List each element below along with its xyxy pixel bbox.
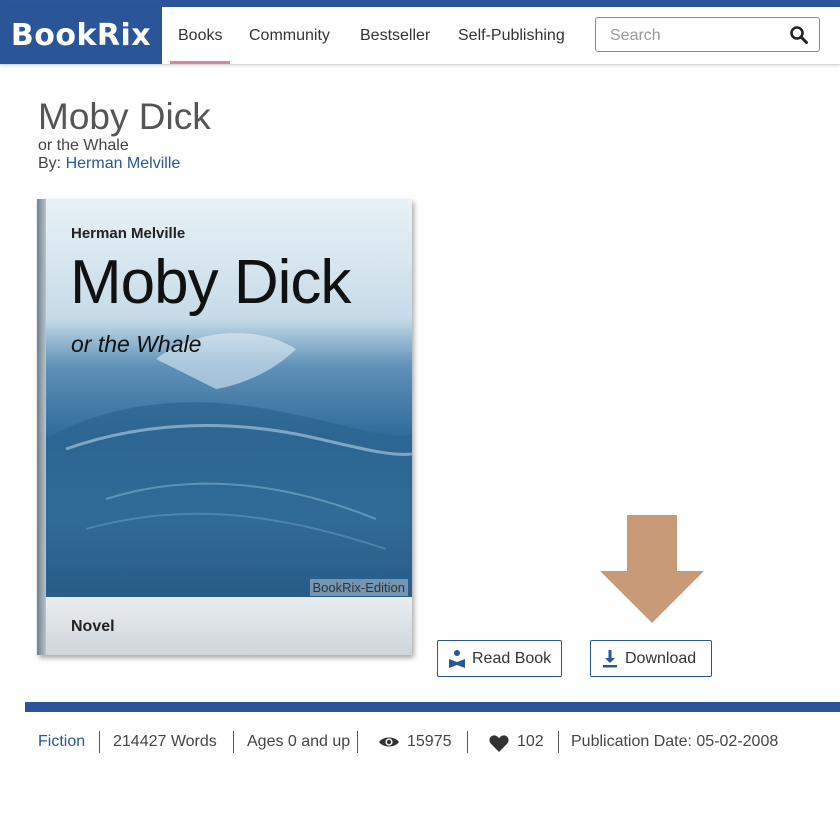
download-label: Download bbox=[625, 650, 697, 667]
top-navigation: BookRix Books Community Bestseller Self-… bbox=[0, 7, 840, 65]
meta-separator bbox=[357, 731, 358, 753]
genre-link-wrapper: Fiction bbox=[38, 733, 85, 751]
cover-title: Moby Dick bbox=[70, 248, 351, 317]
read-book-icon bbox=[449, 650, 465, 668]
nav-community[interactable]: Community bbox=[249, 7, 330, 64]
cover-subtitle: or the Whale bbox=[71, 331, 202, 357]
section-divider bbox=[25, 702, 840, 712]
like-count: 102 bbox=[517, 733, 544, 750]
cover-spine bbox=[37, 199, 46, 655]
search-input[interactable] bbox=[608, 24, 782, 48]
book-title: Moby Dick bbox=[38, 96, 211, 137]
meta-separator bbox=[233, 731, 234, 753]
read-book-label: Read Book bbox=[472, 650, 552, 667]
view-count: 15975 bbox=[407, 733, 452, 750]
read-book-button[interactable]: Read Book bbox=[437, 640, 562, 677]
cover-genre: Novel bbox=[71, 618, 115, 635]
by-label: By: bbox=[38, 155, 62, 172]
nav-books[interactable]: Books bbox=[169, 7, 232, 64]
search-icon[interactable] bbox=[789, 25, 809, 45]
meta-separator bbox=[99, 731, 100, 753]
book-subtitle: or the Whale bbox=[38, 137, 129, 154]
nav-bestseller[interactable]: Bestseller bbox=[360, 7, 430, 64]
book-cover[interactable]: Herman Melville Moby Dick or the Whale B… bbox=[37, 199, 412, 655]
top-accent-bar bbox=[0, 0, 840, 7]
word-count: 214427 Words bbox=[113, 733, 217, 750]
eye-icon bbox=[379, 737, 399, 747]
search-box bbox=[595, 17, 820, 52]
download-icon bbox=[603, 650, 617, 668]
down-arrow-icon bbox=[600, 515, 704, 623]
download-button[interactable]: Download bbox=[590, 640, 712, 677]
meta-separator bbox=[467, 731, 468, 753]
meta-separator bbox=[558, 731, 559, 753]
cover-edition: BookRix-Edition bbox=[309, 579, 408, 596]
age-rating: Ages 0 and up bbox=[247, 733, 351, 750]
bookrix-logo[interactable]: BookRix bbox=[0, 7, 162, 64]
genre-link[interactable]: Fiction bbox=[38, 733, 85, 750]
nav-self-publishing[interactable]: Self-Publishing bbox=[458, 7, 565, 64]
cover-author: Herman Melville bbox=[71, 225, 186, 242]
heart-icon[interactable] bbox=[489, 735, 509, 752]
book-byline: By: Herman Melville bbox=[38, 155, 180, 173]
author-link[interactable]: Herman Melville bbox=[66, 155, 181, 172]
publication-date: Publication Date: 05-02-2008 bbox=[571, 733, 779, 750]
